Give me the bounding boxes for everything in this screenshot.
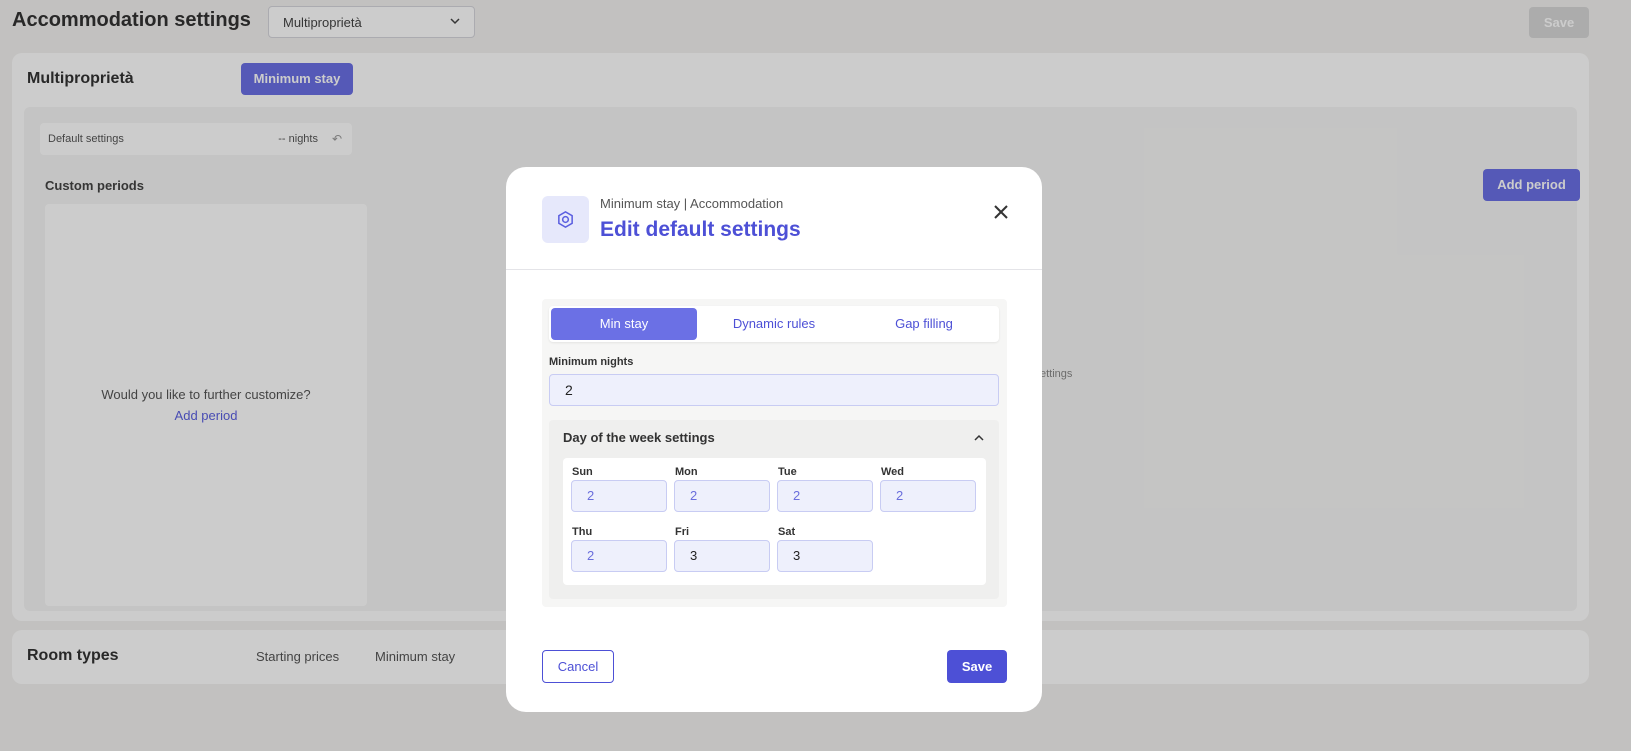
- day-label: Mon: [675, 466, 698, 478]
- day-label: Thu: [572, 526, 593, 538]
- modal-title: Edit default settings: [600, 218, 801, 241]
- cancel-button[interactable]: Cancel: [542, 650, 614, 683]
- day-input-fri[interactable]: 3: [674, 540, 770, 572]
- day-of-week-grid: Sun 2 Mon 2 Tue 2 Wed 2 Thu 2 Fri 3 Sat …: [563, 458, 986, 585]
- day-input-tue[interactable]: 2: [777, 480, 873, 512]
- modal-header: Minimum stay | Accommodation Edit defaul…: [506, 167, 1042, 270]
- day-label: Wed: [881, 466, 905, 478]
- modal-body: Min stay Dynamic rules Gap filling Minim…: [542, 299, 1007, 607]
- day-input-thu[interactable]: 2: [571, 540, 667, 572]
- modal-subtitle: Minimum stay | Accommodation: [600, 196, 784, 211]
- day-label: Sun: [572, 466, 593, 478]
- minimum-nights-label: Minimum nights: [549, 356, 634, 368]
- close-icon[interactable]: [991, 202, 1011, 222]
- tab-min-stay[interactable]: Min stay: [551, 308, 697, 340]
- modal-tabs: Min stay Dynamic rules Gap filling: [549, 306, 999, 342]
- chevron-up-icon[interactable]: [973, 433, 985, 443]
- day-of-week-title: Day of the week settings: [563, 430, 715, 445]
- day-input-mon[interactable]: 2: [674, 480, 770, 512]
- day-input-sat[interactable]: 3: [777, 540, 873, 572]
- day-of-week-section: Day of the week settings Sun 2 Mon 2 Tue…: [549, 420, 999, 599]
- save-button[interactable]: Save: [947, 650, 1007, 683]
- day-label: Tue: [778, 466, 797, 478]
- settings-gear-icon: [542, 196, 589, 243]
- day-input-sun[interactable]: 2: [571, 480, 667, 512]
- day-label: Fri: [675, 526, 690, 538]
- day-input-wed[interactable]: 2: [880, 480, 976, 512]
- tab-gap-filling[interactable]: Gap filling: [851, 308, 997, 340]
- edit-default-settings-modal: Minimum stay | Accommodation Edit defaul…: [506, 167, 1042, 712]
- tab-dynamic-rules[interactable]: Dynamic rules: [701, 308, 847, 340]
- day-label: Sat: [778, 526, 796, 538]
- minimum-nights-input[interactable]: 2: [549, 374, 999, 406]
